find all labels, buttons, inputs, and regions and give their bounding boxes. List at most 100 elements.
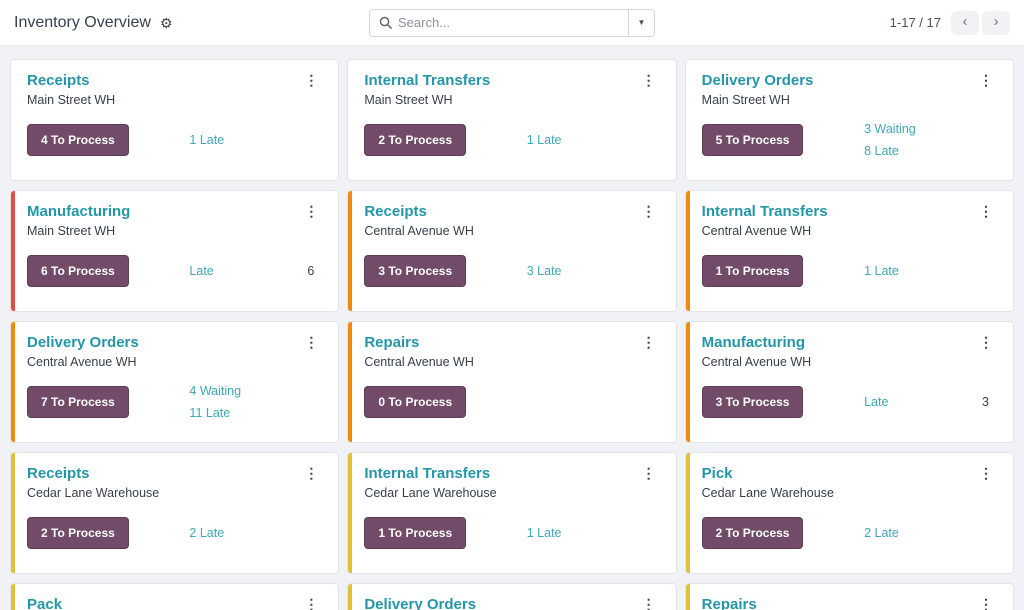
caret-down-icon: ▼ [637,18,646,27]
status-link[interactable]: 1 Late [189,129,224,151]
card-body: 6 To Process Late 6 [27,251,322,291]
status-link[interactable]: 1 Late [527,129,562,151]
to-process-button[interactable]: 1 To Process [701,255,804,287]
card-title[interactable]: Delivery Orders [27,334,139,351]
search-input[interactable] [398,15,628,30]
to-process-button[interactable]: 3 To Process [364,255,467,287]
status-line: Late 3 [864,391,989,413]
status-link[interactable]: 4 Waiting [189,380,241,402]
card-subtitle: Main Street WH [27,224,116,238]
status-link[interactable]: 2 Late [864,522,899,544]
card-title[interactable]: Pack [27,596,62,610]
card-title[interactable]: Manufacturing [27,203,130,220]
card-subtitle: Main Street WH [364,93,453,107]
status-line: 4 Waiting [189,380,314,402]
kebab-menu-icon[interactable]: ⋮ [975,203,997,219]
kebab-menu-icon[interactable]: ⋮ [638,72,660,88]
page-title: Inventory Overview [14,13,151,31]
kebab-menu-icon[interactable]: ⋮ [638,334,660,350]
status-line: 2 Late [189,522,314,544]
status-count[interactable]: 3 [982,391,989,413]
card-body: 7 To Process 4 Waiting 11 Late [27,382,322,422]
to-process-button[interactable]: 2 To Process [27,517,129,549]
status-line: 1 Late [527,129,652,151]
to-process-button[interactable]: 6 To Process [27,255,129,287]
status-line: 3 Late [527,260,652,282]
card-title[interactable]: Delivery Orders [364,596,476,610]
status-link[interactable]: Late [864,391,888,413]
search-dropdown-toggle[interactable]: ▼ [628,9,654,36]
card-header: Manufacturing ⋮ [27,203,322,220]
kebab-menu-icon[interactable]: ⋮ [975,596,997,610]
search-bar: ▼ [369,8,655,37]
kebab-menu-icon[interactable]: ⋮ [300,72,322,88]
card-title[interactable]: Receipts [27,72,90,89]
status-link[interactable]: 2 Late [189,522,224,544]
pager-buttons: ‹ › [951,10,1010,35]
card-title[interactable]: Receipts [27,465,90,482]
status-link[interactable]: Late [189,260,213,282]
card-title[interactable]: Repairs [702,596,757,610]
card-title[interactable]: Internal Transfers [364,72,490,89]
status-link[interactable]: 11 Late [189,402,230,424]
kebab-menu-icon[interactable]: ⋮ [300,465,322,481]
card-title[interactable]: Internal Transfers [702,203,828,220]
card-header: Internal Transfers ⋮ [364,72,659,89]
status-link[interactable]: 1 Late [527,522,562,544]
pager-prev-button[interactable]: ‹ [951,10,979,35]
status-link[interactable]: 1 Late [864,260,899,282]
card-body: 2 To Process 2 Late [701,513,997,553]
card-title[interactable]: Pick [702,465,733,482]
card-lines: Late 3 [864,391,989,413]
kebab-menu-icon[interactable]: ⋮ [300,203,322,219]
kebab-menu-icon[interactable]: ⋮ [975,72,997,88]
kanban-card: Receipts ⋮ Cedar Lane Warehouse 2 To Pro… [10,452,340,574]
to-process-button[interactable]: 2 To Process [364,124,467,156]
to-process-button[interactable]: 0 To Process [364,386,467,418]
kanban-card: Delivery Orders ⋮ Central Avenue WH 7 To… [10,321,340,443]
kanban-card: Receipts ⋮ Main Street WH 4 To Process 1… [10,59,340,181]
card-header: Receipts ⋮ [27,465,322,482]
kebab-menu-icon[interactable]: ⋮ [638,596,660,610]
status-link[interactable]: 3 Late [527,260,562,282]
kanban-card: Delivery Orders ⋮ [347,583,677,610]
card-title[interactable]: Receipts [364,203,427,220]
card-title[interactable]: Repairs [364,334,419,351]
kebab-menu-icon[interactable]: ⋮ [638,465,660,481]
card-body: 3 To Process 3 Late [364,251,659,291]
to-process-button[interactable]: 1 To Process [364,517,467,549]
pager: 1-17 / 17 ‹ › [680,10,1010,35]
kanban-card: Repairs ⋮ [684,583,1014,610]
card-subtitle: Main Street WH [701,93,790,107]
card-body: 4 To Process 1 Late [27,120,322,160]
card-lines: 1 Late [527,522,652,544]
status-link[interactable]: 8 Late [864,140,899,162]
card-header: Repairs ⋮ [364,334,659,351]
kebab-menu-icon[interactable]: ⋮ [300,334,322,350]
pager-next-button[interactable]: › [982,10,1010,35]
card-subtitle: Main Street WH [27,93,116,107]
card-title[interactable]: Manufacturing [702,334,805,351]
card-title[interactable]: Internal Transfers [364,465,490,482]
to-process-button[interactable]: 2 To Process [701,517,804,549]
card-header: Receipts ⋮ [364,203,659,220]
pager-range: 1-17 / 17 [889,15,941,30]
card-header: Delivery Orders ⋮ [364,596,659,610]
to-process-button[interactable]: 7 To Process [27,386,129,418]
card-title[interactable]: Delivery Orders [702,72,814,89]
to-process-button[interactable]: 4 To Process [27,124,129,156]
gear-icon[interactable]: ⚙ [160,16,173,30]
kebab-menu-icon[interactable]: ⋮ [975,334,997,350]
card-lines: 2 Late [189,522,314,544]
to-process-button[interactable]: 5 To Process [701,124,804,156]
status-line: 3 Waiting [864,118,989,140]
kebab-menu-icon[interactable]: ⋮ [638,203,660,219]
kanban-card: Pack ⋮ [10,583,340,610]
status-count[interactable]: 6 [307,260,314,282]
kebab-menu-icon[interactable]: ⋮ [975,465,997,481]
card-body: 5 To Process 3 Waiting 8 Late [701,118,997,162]
status-link[interactable]: 3 Waiting [864,118,916,140]
to-process-button[interactable]: 3 To Process [701,386,804,418]
kebab-menu-icon[interactable]: ⋮ [300,596,322,610]
card-subtitle: Central Avenue WH [701,224,812,238]
